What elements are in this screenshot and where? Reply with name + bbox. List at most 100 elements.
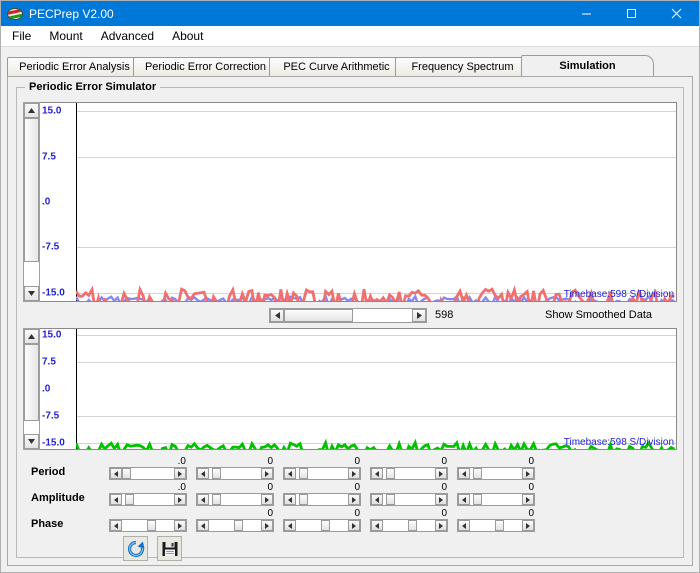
- left-arrow-icon[interactable]: [197, 520, 209, 531]
- param-slider-amplitude-3[interactable]: 0: [283, 482, 361, 506]
- right-arrow-icon[interactable]: [348, 468, 360, 479]
- scroll-up-arrow-icon[interactable]: [24, 103, 39, 118]
- param-slider-amplitude-2[interactable]: 0: [196, 482, 274, 506]
- right-arrow-icon[interactable]: [522, 468, 534, 479]
- tab-pec-curve-arithmetic[interactable]: PEC Curve Arithmetic: [269, 57, 404, 76]
- timebase-scroll-track[interactable]: [284, 308, 412, 322]
- left-arrow-icon[interactable]: [110, 468, 122, 479]
- param-slider-thumb[interactable]: [386, 494, 396, 505]
- param-slider-track[interactable]: [122, 468, 174, 479]
- close-button[interactable]: [654, 1, 699, 26]
- right-arrow-icon[interactable]: [174, 494, 186, 505]
- tab-periodic-error-correction[interactable]: Periodic Error Correction: [133, 57, 278, 76]
- param-slider-track[interactable]: [296, 468, 348, 479]
- param-slider-phase-1[interactable]: [109, 519, 187, 532]
- left-arrow-icon[interactable]: [197, 468, 209, 479]
- right-arrow-icon[interactable]: [174, 468, 186, 479]
- scroll-down-arrow-icon[interactable]: [24, 286, 39, 301]
- param-slider-track[interactable]: [122, 494, 174, 505]
- param-slider-period-5[interactable]: 0: [457, 456, 535, 480]
- param-slider-thumb[interactable]: [299, 468, 309, 479]
- timebase-scrollbar[interactable]: [269, 307, 427, 323]
- simulated-graph-vscrollbar[interactable]: [23, 328, 40, 450]
- recalculate-button[interactable]: [123, 536, 148, 561]
- tab-periodic-error-analysis[interactable]: Periodic Error Analysis: [7, 57, 142, 76]
- right-arrow-icon[interactable]: [261, 494, 273, 505]
- param-slider-amplitude-4[interactable]: 0: [370, 482, 448, 506]
- raw-graph-scroll-thumb[interactable]: [24, 118, 39, 263]
- timebase-scroll-thumb[interactable]: [284, 308, 354, 322]
- left-arrow-icon[interactable]: [458, 520, 470, 531]
- param-slider-amplitude-5[interactable]: 0: [457, 482, 535, 506]
- param-slider-thumb[interactable]: [320, 520, 330, 531]
- menu-mount[interactable]: Mount: [40, 27, 91, 45]
- param-slider-thumb[interactable]: [386, 468, 396, 479]
- param-slider-amplitude-1[interactable]: .0: [109, 482, 187, 506]
- left-arrow-icon[interactable]: [270, 308, 284, 322]
- maximize-button[interactable]: [609, 1, 654, 26]
- param-slider-period-3[interactable]: 0: [283, 456, 361, 480]
- scroll-down-arrow-icon[interactable]: [24, 434, 39, 449]
- param-slider-thumb[interactable]: [146, 520, 156, 531]
- right-arrow-icon[interactable]: [261, 468, 273, 479]
- left-arrow-icon[interactable]: [284, 494, 296, 505]
- param-slider-thumb[interactable]: [473, 468, 483, 479]
- left-arrow-icon[interactable]: [371, 468, 383, 479]
- param-slider-phase-4[interactable]: 0: [370, 508, 448, 532]
- param-slider-track[interactable]: [470, 468, 522, 479]
- param-slider-thumb[interactable]: [122, 468, 131, 479]
- simulated-periodic-error-graph[interactable]: 15.0 7.5 .0 -7.5 -15.0 Timebase:598 S/Di…: [40, 328, 677, 450]
- param-slider-thumb[interactable]: [212, 494, 222, 505]
- right-arrow-icon[interactable]: [435, 494, 447, 505]
- param-slider-track[interactable]: [470, 520, 522, 531]
- param-slider-thumb[interactable]: [299, 494, 309, 505]
- param-slider-track[interactable]: [296, 520, 348, 531]
- param-slider-track[interactable]: [209, 494, 261, 505]
- param-slider-thumb[interactable]: [125, 494, 135, 505]
- param-slider-track[interactable]: [383, 520, 435, 531]
- save-button[interactable]: [157, 536, 182, 561]
- raw-graph-vscrollbar[interactable]: [23, 102, 40, 302]
- right-arrow-icon[interactable]: [435, 520, 447, 531]
- param-slider-track[interactable]: [383, 494, 435, 505]
- param-slider-track[interactable]: [470, 494, 522, 505]
- menu-file[interactable]: File: [3, 27, 40, 45]
- param-slider-thumb[interactable]: [233, 520, 243, 531]
- scroll-up-arrow-icon[interactable]: [24, 329, 39, 344]
- tab-frequency-spectrum[interactable]: Frequency Spectrum: [395, 57, 530, 76]
- simulated-graph-scroll-track[interactable]: [24, 344, 39, 434]
- param-slider-track[interactable]: [209, 468, 261, 479]
- left-arrow-icon[interactable]: [371, 520, 383, 531]
- param-slider-period-4[interactable]: 0: [370, 456, 448, 480]
- param-slider-thumb[interactable]: [407, 520, 417, 531]
- left-arrow-icon[interactable]: [197, 494, 209, 505]
- left-arrow-icon[interactable]: [284, 520, 296, 531]
- simulated-graph-scroll-thumb[interactable]: [24, 344, 39, 422]
- param-slider-track[interactable]: [122, 520, 174, 531]
- left-arrow-icon[interactable]: [110, 520, 122, 531]
- param-slider-phase-5[interactable]: 0: [457, 508, 535, 532]
- right-arrow-icon[interactable]: [174, 520, 186, 531]
- right-arrow-icon[interactable]: [522, 494, 534, 505]
- minimize-button[interactable]: [564, 1, 609, 26]
- left-arrow-icon[interactable]: [458, 494, 470, 505]
- right-arrow-icon[interactable]: [435, 468, 447, 479]
- left-arrow-icon[interactable]: [371, 494, 383, 505]
- param-slider-track[interactable]: [383, 468, 435, 479]
- param-slider-period-2[interactable]: 0: [196, 456, 274, 480]
- param-slider-thumb[interactable]: [473, 494, 483, 505]
- left-arrow-icon[interactable]: [284, 468, 296, 479]
- param-slider-period-1[interactable]: .0: [109, 456, 187, 480]
- param-slider-track[interactable]: [296, 494, 348, 505]
- raw-graph-scroll-track[interactable]: [24, 118, 39, 286]
- param-slider-track[interactable]: [209, 520, 261, 531]
- right-arrow-icon[interactable]: [522, 520, 534, 531]
- tab-simulation[interactable]: Simulation: [521, 55, 654, 76]
- left-arrow-icon[interactable]: [458, 468, 470, 479]
- menu-advanced[interactable]: Advanced: [92, 27, 163, 45]
- raw-periodic-error-graph[interactable]: 15.0 7.5 .0 -7.5 -15.0 Timebase:598 S/Di…: [40, 102, 677, 302]
- param-slider-thumb[interactable]: [494, 520, 504, 531]
- right-arrow-icon[interactable]: [412, 308, 426, 322]
- param-slider-phase-2[interactable]: 0: [196, 508, 274, 532]
- left-arrow-icon[interactable]: [110, 494, 122, 505]
